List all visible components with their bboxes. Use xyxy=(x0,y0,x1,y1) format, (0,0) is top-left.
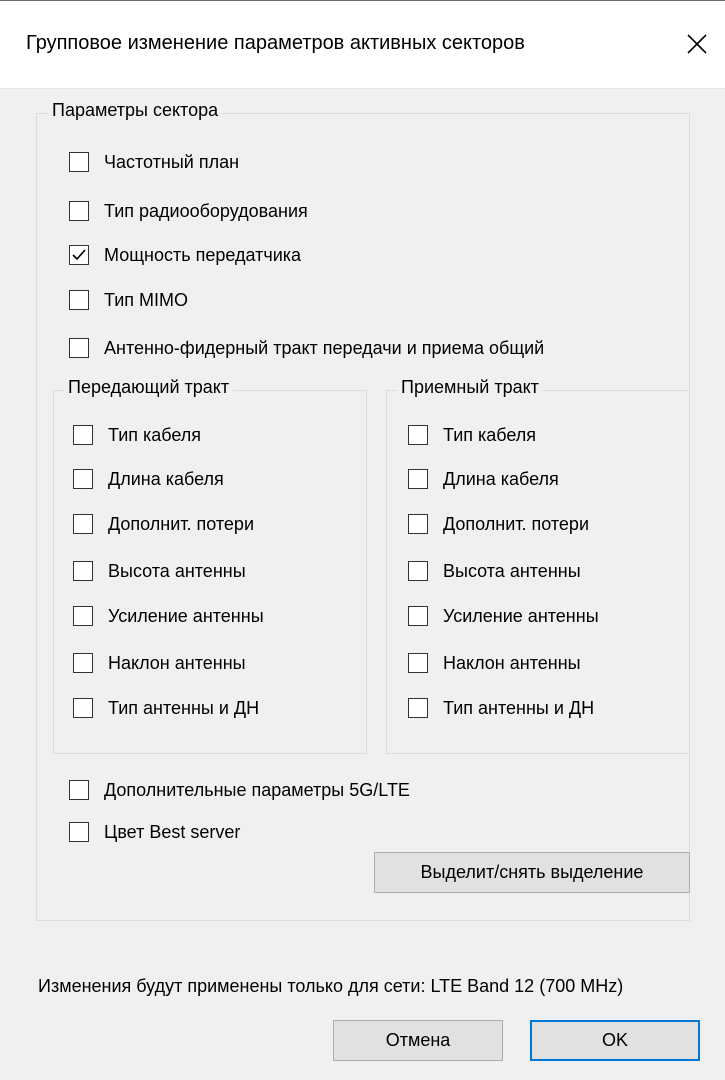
dialog-title: Групповое изменение параметров активных … xyxy=(26,32,525,54)
checkbox-box[interactable] xyxy=(408,469,428,489)
rx-checkbox-extra-loss[interactable]: Дополнит. потери xyxy=(408,510,589,538)
checkbox-label: Тип антенны и ДН xyxy=(443,697,595,718)
checkbox-label: Наклон антенны xyxy=(108,652,246,673)
checkbox-box[interactable] xyxy=(69,245,89,265)
checkbox-box[interactable] xyxy=(73,698,93,718)
checkbox-label: Тип радиооборудования xyxy=(104,200,308,221)
checkbox-box[interactable] xyxy=(69,338,89,358)
network-scope-note: Изменения будут применены только для сет… xyxy=(38,976,624,996)
checkbox-label: Длина кабеля xyxy=(108,468,224,489)
rx-checkbox-antenna-type-pattern[interactable]: Тип антенны и ДН xyxy=(408,694,594,722)
tx-checkbox-antenna-tilt[interactable]: Наклон антенны xyxy=(73,649,246,677)
tx-checkbox-antenna-gain[interactable]: Усиление антенны xyxy=(73,602,264,630)
checkbox-label: Частотный план xyxy=(104,151,240,172)
checkbox-box[interactable] xyxy=(73,514,93,534)
checkbox-box[interactable] xyxy=(69,201,89,221)
checkbox-box[interactable] xyxy=(69,780,89,800)
checkbox-transmitter-power[interactable]: Мощность передатчика xyxy=(69,241,301,269)
checkbox-label: Тип MIMO xyxy=(104,289,188,310)
checkmark-icon xyxy=(72,249,86,261)
checkbox-mimo-type[interactable]: Тип MIMO xyxy=(69,286,188,314)
tx-checkbox-cable-type[interactable]: Тип кабеля xyxy=(73,421,201,449)
tx-checkbox-extra-loss[interactable]: Дополнит. потери xyxy=(73,510,254,538)
checkbox-label: Наклон антенны xyxy=(443,652,581,673)
checkbox-frequency-plan[interactable]: Частотный план xyxy=(69,148,239,176)
checkbox-box[interactable] xyxy=(408,698,428,718)
sector-params-group-label: Параметры сектора xyxy=(48,100,223,121)
checkbox-box[interactable] xyxy=(73,606,93,626)
checkbox-box[interactable] xyxy=(408,425,428,445)
checkbox-box[interactable] xyxy=(73,469,93,489)
checkbox-best-server-color[interactable]: Цвет Best server xyxy=(69,818,240,846)
checkbox-label: Дополнительные параметры 5G/LTE xyxy=(104,779,410,800)
checkbox-box[interactable] xyxy=(73,425,93,445)
checkbox-label: Дополнит. потери xyxy=(443,513,589,534)
cancel-button[interactable]: Отмена xyxy=(333,1020,503,1061)
ok-button[interactable]: OK xyxy=(530,1020,700,1061)
checkbox-box[interactable] xyxy=(73,561,93,581)
checkbox-box[interactable] xyxy=(408,606,428,626)
tx-checkbox-antenna-height[interactable]: Высота антенны xyxy=(73,557,246,585)
checkbox-shared-antenna-feeder[interactable]: Антенно-фидерный тракт передачи и приема… xyxy=(69,334,544,362)
close-button[interactable] xyxy=(680,27,714,61)
checkbox-label: Дополнит. потери xyxy=(108,513,254,534)
checkbox-box[interactable] xyxy=(69,822,89,842)
checkbox-label: Мощность передатчика xyxy=(104,244,302,265)
tx-path-group-label: Передающий тракт xyxy=(64,377,234,398)
checkbox-label: Высота антенны xyxy=(443,560,581,581)
checkbox-label: Тип антенны и ДН xyxy=(108,697,260,718)
toggle-selection-button[interactable]: Выделит/снять выделение xyxy=(374,852,690,893)
rx-path-group-label: Приемный тракт xyxy=(397,377,543,398)
checkbox-box[interactable] xyxy=(408,514,428,534)
checkbox-extra-5g-lte-params[interactable]: Дополнительные параметры 5G/LTE xyxy=(69,776,410,804)
checkbox-label: Усиление антенны xyxy=(443,605,599,626)
title-bar: Групповое изменение параметров активных … xyxy=(0,0,725,89)
rx-checkbox-antenna-tilt[interactable]: Наклон антенны xyxy=(408,649,581,677)
checkbox-label: Тип кабеля xyxy=(108,424,202,445)
rx-checkbox-cable-type[interactable]: Тип кабеля xyxy=(408,421,536,449)
tx-checkbox-antenna-type-pattern[interactable]: Тип антенны и ДН xyxy=(73,694,259,722)
checkbox-label: Длина кабеля xyxy=(443,468,559,489)
checkbox-box[interactable] xyxy=(69,290,89,310)
checkbox-label: Цвет Best server xyxy=(104,821,241,842)
checkbox-label: Антенно-фидерный тракт передачи и приема… xyxy=(104,337,545,358)
rx-checkbox-antenna-height[interactable]: Высота антенны xyxy=(408,557,581,585)
checkbox-box[interactable] xyxy=(408,561,428,581)
checkbox-label: Тип кабеля xyxy=(443,424,537,445)
checkbox-box[interactable] xyxy=(73,653,93,673)
rx-checkbox-cable-length[interactable]: Длина кабеля xyxy=(408,465,559,493)
close-icon xyxy=(687,34,707,54)
checkbox-label: Усиление антенны xyxy=(108,605,264,626)
checkbox-radio-equipment-type[interactable]: Тип радиооборудования xyxy=(69,197,308,225)
checkbox-box[interactable] xyxy=(408,653,428,673)
rx-checkbox-antenna-gain[interactable]: Усиление антенны xyxy=(408,602,599,630)
checkbox-label: Высота антенны xyxy=(108,560,246,581)
checkbox-box[interactable] xyxy=(69,152,89,172)
tx-checkbox-cable-length[interactable]: Длина кабеля xyxy=(73,465,224,493)
